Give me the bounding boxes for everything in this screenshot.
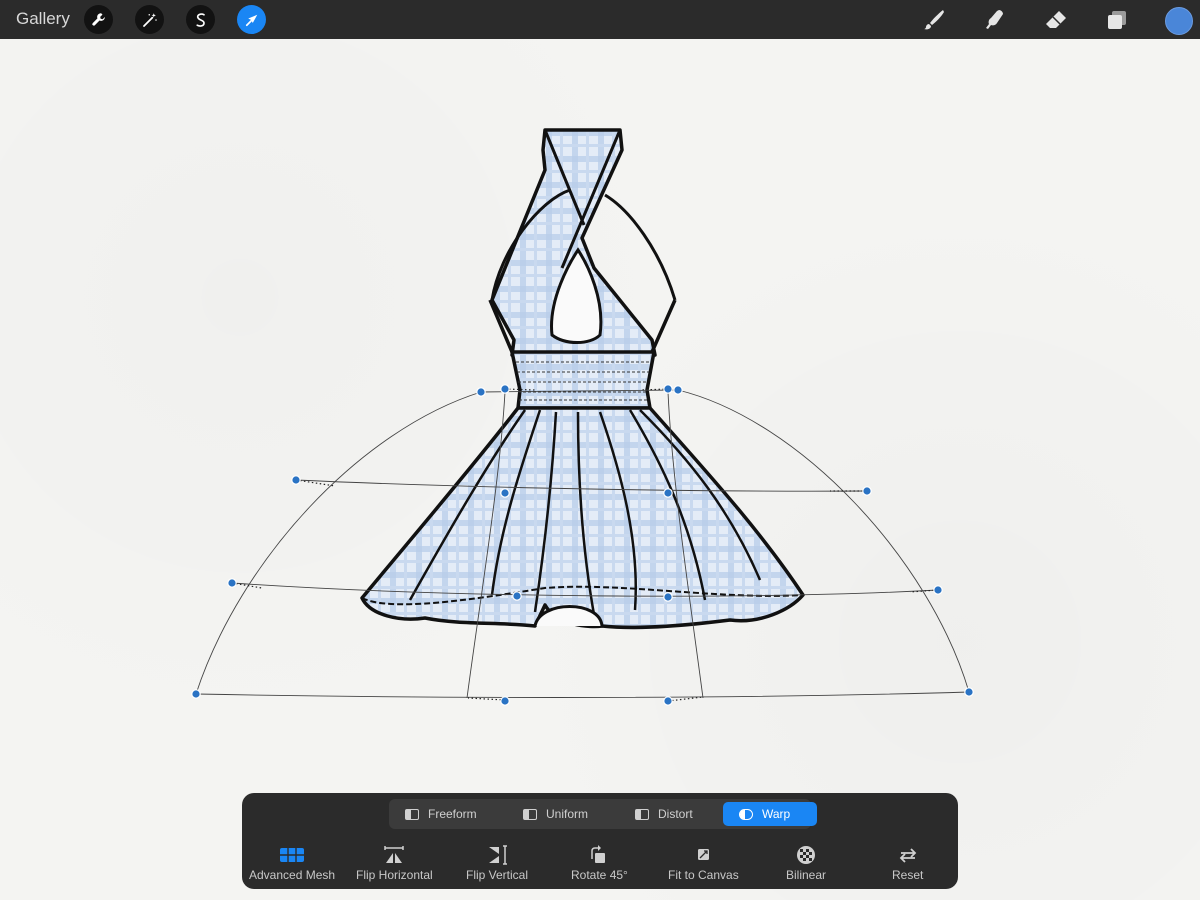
fit-canvas-icon	[698, 849, 710, 860]
fit-to-canvas-button[interactable]: Fit to Canvas	[668, 845, 739, 882]
flip-horizontal-button[interactable]: Flip Horizontal	[356, 845, 433, 882]
action-label: Flip Vertical	[466, 868, 529, 882]
drawing-canvas[interactable]	[0, 39, 1200, 900]
dress-illustration	[360, 128, 805, 630]
mode-uniform[interactable]: Uniform	[515, 802, 596, 826]
rotate-icon	[591, 845, 606, 863]
mode-freeform[interactable]: Freeform	[397, 802, 485, 826]
bilinear-button[interactable]: Bilinear	[786, 845, 826, 882]
reset-button[interactable]: Reset	[892, 845, 923, 882]
mesh-icon	[280, 848, 305, 862]
mode-label: Uniform	[546, 807, 589, 821]
artwork	[191, 128, 974, 706]
transform-panel: Freeform Uniform Distort Warp Advanced M…	[242, 793, 958, 889]
action-label: Reset	[892, 868, 924, 882]
bilinear-icon	[797, 846, 816, 864]
action-label: Bilinear	[786, 868, 827, 882]
mode-label: Freeform	[428, 807, 477, 821]
flip-vertical-icon	[489, 845, 508, 865]
advanced-mesh-button[interactable]: Advanced Mesh	[249, 845, 335, 882]
reset-icon	[899, 848, 916, 863]
mode-label: Warp	[762, 807, 791, 821]
mode-label: Distort	[658, 807, 693, 821]
rotate-45-button[interactable]: Rotate 45°	[571, 845, 628, 882]
transform-mode-selector: Freeform Uniform Distort Warp	[389, 799, 817, 829]
freeform-icon	[405, 808, 419, 820]
action-label: Flip Horizontal	[356, 868, 433, 882]
uniform-icon	[523, 808, 537, 820]
action-label: Advanced Mesh	[249, 868, 336, 882]
action-label: Rotate 45°	[571, 868, 628, 882]
action-label: Fit to Canvas	[668, 868, 739, 882]
mode-warp[interactable]: Warp	[723, 802, 817, 826]
distort-icon	[635, 808, 649, 820]
transform-actions: Advanced Mesh Flip Horizontal Flip Verti…	[242, 845, 958, 885]
warp-icon	[739, 808, 753, 820]
mode-distort[interactable]: Distort	[627, 802, 701, 826]
flip-vertical-button[interactable]: Flip Vertical	[466, 845, 528, 882]
flip-horizontal-icon	[384, 846, 405, 863]
